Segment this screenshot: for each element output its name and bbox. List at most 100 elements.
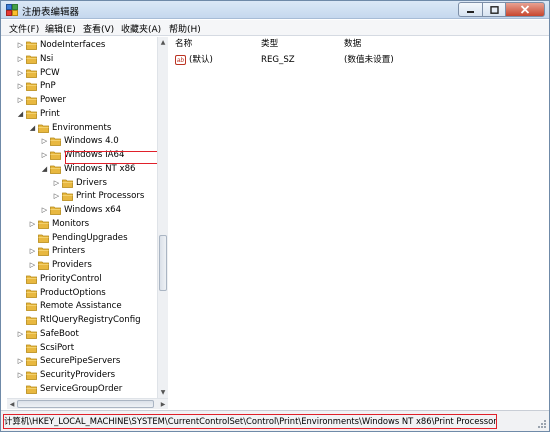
tree-node-label: Windows NT x86: [64, 163, 136, 174]
tree-node-label: Windows x64: [64, 205, 122, 215]
expand-arrow-icon[interactable]: ▷: [16, 81, 25, 91]
expand-arrow-icon[interactable]: ▷: [40, 205, 49, 215]
expand-arrow-icon[interactable]: ▷: [16, 370, 25, 380]
tree-node-label: Printers: [52, 246, 86, 257]
tree-node-label: Print: [40, 108, 60, 119]
menu-view[interactable]: 查看(V): [83, 22, 114, 35]
close-icon: [520, 5, 530, 14]
minimize-icon: [467, 10, 474, 13]
scroll-thumb[interactable]: [159, 235, 167, 291]
column-header-name[interactable]: 名称: [175, 37, 192, 51]
close-button[interactable]: [505, 2, 545, 17]
menu-edit[interactable]: 编辑(E): [45, 22, 76, 35]
maximize-button[interactable]: [482, 2, 505, 17]
expand-arrow-icon[interactable]: ▷: [16, 54, 25, 64]
expand-arrow-icon[interactable]: ▷: [52, 191, 61, 201]
folder-icon: [26, 344, 37, 353]
title-bar[interactable]: 注册表编辑器: [1, 1, 549, 19]
expand-arrow-icon: [28, 233, 37, 243]
expand-arrow-icon[interactable]: ▷: [28, 260, 37, 270]
expand-arrow-icon[interactable]: ▷: [28, 246, 37, 256]
current-key-path: 计算机\HKEY_LOCAL_MACHINE\SYSTEM\CurrentCon…: [3, 414, 497, 429]
tree-node-label: Windows 4.0: [64, 136, 119, 147]
tree-node[interactable]: PendingUpgrades: [7, 232, 157, 245]
collapse-arrow-icon[interactable]: ◢: [40, 164, 49, 174]
expand-arrow-icon: [16, 343, 25, 353]
tree-node[interactable]: ▷ Power: [7, 94, 157, 107]
resize-grip-icon[interactable]: [537, 419, 547, 429]
tree-node-label: Drivers: [76, 177, 107, 188]
folder-icon: [38, 124, 49, 133]
folder-icon: [26, 41, 37, 50]
collapse-arrow-icon[interactable]: ◢: [28, 123, 37, 133]
tree-node[interactable]: ▷ SafeBoot: [7, 328, 157, 341]
expand-arrow-icon[interactable]: ▷: [16, 95, 25, 105]
tree-node-label: Power: [40, 95, 66, 105]
folder-icon: [26, 302, 37, 312]
tree-node[interactable]: ▷ Providers: [7, 259, 157, 272]
tree-node-label: ServiceGroupOrder: [40, 383, 123, 394]
tree-node[interactable]: ◢ Windows NT x86: [7, 163, 157, 176]
tree-node[interactable]: ▷ Print Processors: [7, 190, 157, 203]
tree-node-label: SafeBoot: [40, 328, 79, 339]
tree-node[interactable]: ◢ Environments: [7, 122, 157, 135]
tree-node[interactable]: ▷ Nsi: [7, 53, 157, 66]
value-row[interactable]: ab (默认) REG_SZ (数值未设置): [169, 53, 549, 67]
tree-node[interactable]: ▷ Printers: [7, 245, 157, 258]
scroll-down-icon[interactable]: ▼: [158, 387, 168, 398]
minimize-button[interactable]: [458, 2, 482, 17]
menu-help[interactable]: 帮助(H): [169, 22, 201, 35]
scroll-up-icon[interactable]: ▲: [158, 37, 168, 48]
scroll-right-icon[interactable]: ▶: [158, 399, 168, 409]
expand-arrow-icon[interactable]: ▷: [16, 68, 25, 78]
string-value-icon: ab: [175, 55, 186, 65]
menu-favorites[interactable]: 收藏夹(A): [121, 22, 161, 35]
tree-node[interactable]: ▷ Monitors: [7, 218, 157, 231]
tree-node[interactable]: ◢ Print: [7, 108, 157, 121]
tree-node[interactable]: ▷ PnP: [7, 80, 157, 93]
menu-file[interactable]: 文件(F): [9, 22, 39, 35]
collapse-arrow-icon[interactable]: ◢: [16, 109, 25, 119]
tree-node[interactable]: PriorityControl: [7, 273, 157, 286]
window-controls: [458, 2, 545, 17]
column-header-data[interactable]: 数据: [344, 37, 361, 51]
folder-icon: [62, 192, 73, 202]
scroll-left-icon[interactable]: ◀: [7, 399, 17, 409]
column-header-type[interactable]: 类型: [261, 37, 278, 51]
tree-node-label: SecurePipeServers: [40, 356, 121, 367]
expand-arrow-icon[interactable]: ▷: [28, 219, 37, 229]
tree-node-label: SecurityProviders: [40, 370, 116, 380]
expand-arrow-icon[interactable]: ▷: [40, 136, 49, 146]
tree-node[interactable]: ▷ Windows x64: [7, 204, 157, 217]
expand-arrow-icon[interactable]: ▷: [16, 356, 25, 366]
status-bar: 计算机\HKEY_LOCAL_MACHINE\SYSTEM\CurrentCon…: [1, 410, 549, 431]
expand-arrow-icon[interactable]: ▷: [16, 40, 25, 50]
tree-node[interactable]: ▷ Windows 4.0: [7, 135, 157, 148]
tree-node[interactable]: ▷ SecurityProviders: [7, 369, 157, 382]
tree-node-label: Environments: [52, 122, 112, 133]
expand-arrow-icon[interactable]: ▷: [16, 329, 25, 339]
tree-node-label: Providers: [52, 260, 92, 270]
expand-arrow-icon[interactable]: ▷: [40, 150, 49, 160]
tree-node[interactable]: RtlQueryRegistryConfig: [7, 314, 157, 327]
tree-horizontal-scrollbar[interactable]: ◀ ▶: [7, 398, 168, 409]
tree-node[interactable]: ▷ SecurePipeServers: [7, 355, 157, 368]
tree-node[interactable]: ▷ Drivers: [7, 177, 157, 190]
tree-node[interactable]: ▷ PCW: [7, 67, 157, 80]
tree-node-label: PendingUpgrades: [52, 232, 128, 243]
scroll-thumb-horizontal[interactable]: [17, 400, 154, 408]
key-tree-pane[interactable]: ▷ NodeInterfaces ▷ Nsi ▷ PCW ▷ PnP ▷ Power ◢ Print ◢…: [7, 37, 168, 398]
tree-vertical-scrollbar[interactable]: ▲ ▼: [157, 37, 168, 398]
tree-node[interactable]: ScsiPort: [7, 342, 157, 355]
expand-arrow-icon[interactable]: ▷: [52, 178, 61, 188]
value-data: (数值未设置): [344, 55, 394, 65]
tree-node[interactable]: Remote Assistance: [7, 300, 157, 313]
values-list-pane[interactable]: 名称 类型 数据 ab (默认) REG_SZ (数值未设置): [169, 37, 549, 409]
folder-icon: [26, 275, 37, 284]
tree-node[interactable]: ServiceGroupOrder: [7, 383, 157, 396]
folder-icon: [26, 82, 37, 92]
tree-node[interactable]: ▷ NodeInterfaces: [7, 39, 157, 52]
tree-node[interactable]: ProductOptions: [7, 287, 157, 300]
folder-icon: [50, 151, 61, 160]
folder-icon: [26, 316, 37, 325]
